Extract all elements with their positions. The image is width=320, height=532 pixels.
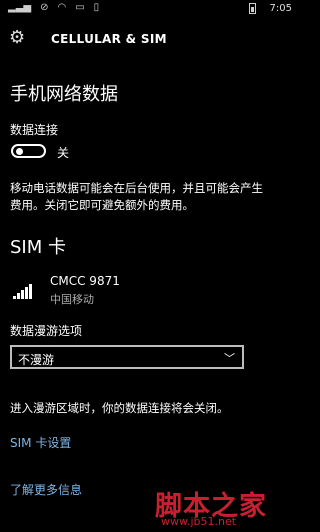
watermark: 脚本之家 www.jb51.net <box>155 484 300 532</box>
notification-icon: ▯ <box>93 2 100 13</box>
toggle-knob <box>16 148 23 155</box>
battery-icon <box>248 3 256 14</box>
data-connection-toggle[interactable] <box>11 144 46 158</box>
wifi-icon: ◠ <box>57 2 67 13</box>
status-bar: ▂▃▅ ⊘ ◠ ▭ ▯ 7:05 <box>0 0 300 18</box>
roaming-options-label: 数据漫游选项 <box>10 324 83 338</box>
message-icon: ▭ <box>75 2 85 13</box>
page-title: CELLULAR & SIM <box>51 32 167 46</box>
page-header: ⚙ CELLULAR & SIM <box>0 26 300 56</box>
sim-heading: SIM 卡 <box>10 237 66 258</box>
data-connection-label: 数据连接 <box>10 123 59 137</box>
signal-icon: ▂▃▅ <box>8 2 32 13</box>
data-description: 移动电话数据可能会在后台使用，并且可能会产生 费用。关闭它即可避免额外的费用。 <box>10 180 292 214</box>
signal-strength-icon <box>13 283 37 299</box>
no-sim-icon: ⊘ <box>40 2 49 13</box>
description-line-2: 费用。关闭它即可避免额外的费用。 <box>10 198 194 212</box>
gear-icon: ⚙ <box>9 27 26 48</box>
carrier-subtitle: 中国移动 <box>50 293 94 306</box>
watermark-url: www.jb51.net <box>161 515 237 528</box>
roaming-select[interactable]: 不漫游 ﹀ <box>10 345 244 369</box>
toggle-state-label: 关 <box>57 146 70 160</box>
roaming-select-value: 不漫游 <box>18 353 55 367</box>
cellular-heading: 手机网络数据 <box>10 84 118 105</box>
learn-more-link[interactable]: 了解更多信息 <box>10 481 82 498</box>
status-icons: ▂▃▅ ⊘ ◠ ▭ ▯ <box>8 2 99 14</box>
sim-settings-link[interactable]: SIM 卡设置 <box>10 434 71 451</box>
roaming-note: 进入漫游区域时，你的数据连接将会关闭。 <box>10 401 229 415</box>
chevron-down-icon: ﹀ <box>224 352 235 365</box>
description-line-1: 移动电话数据可能会在后台使用，并且可能会产生 <box>10 181 263 195</box>
status-time: 7:05 <box>269 3 292 14</box>
carrier-name: CMCC 9871 <box>50 274 120 288</box>
